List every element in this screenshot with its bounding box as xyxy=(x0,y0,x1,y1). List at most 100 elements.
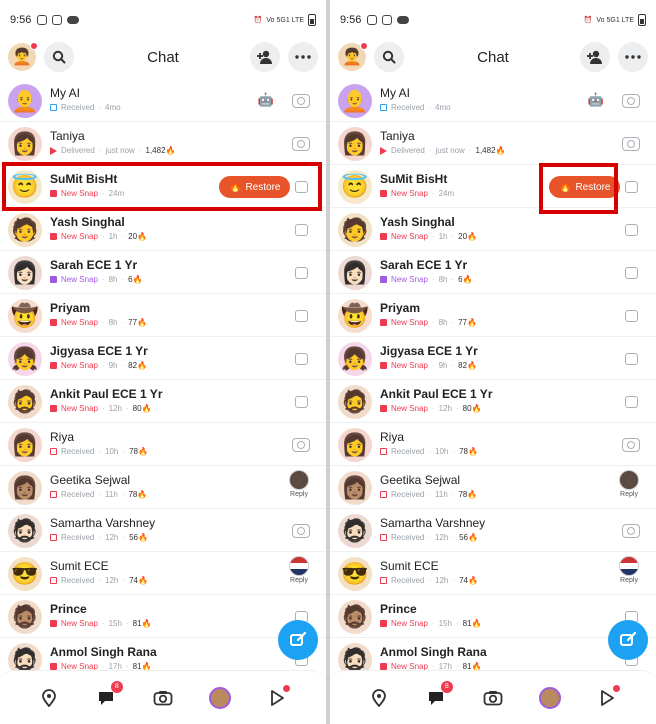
chat-time: 8h xyxy=(108,275,118,284)
friend-name: Anmol Singh Rana xyxy=(380,645,487,659)
chat-row[interactable]: 🤠 Priyam New Snap · 8h · 77🔥 xyxy=(330,294,656,337)
chat-row[interactable]: 😎 Sumit ECE Received · 12h · 74🔥 Reply xyxy=(330,552,656,595)
open-chat-button[interactable] xyxy=(290,219,312,241)
reply-camera-button[interactable] xyxy=(290,520,312,542)
chat-status: Received xyxy=(391,533,425,542)
nav-stories[interactable] xyxy=(207,685,233,711)
reply-camera-button[interactable] xyxy=(620,90,642,112)
chat-icon xyxy=(294,310,308,322)
chat-row[interactable]: 👩 Riya Received · 10h · 78🔥 xyxy=(330,423,656,466)
nav-spotlight[interactable] xyxy=(594,684,621,711)
chat-meta: New Snap · 8h · 77🔥 xyxy=(380,318,477,327)
chat-row[interactable]: 🧔🏽 Prince New Snap · 15h · 81🔥 xyxy=(0,595,326,638)
add-friend-button[interactable] xyxy=(580,42,610,72)
reply-button[interactable]: Reply xyxy=(616,470,642,498)
friend-avatar: 🧔🏻 xyxy=(338,514,372,548)
chat-row[interactable]: 👩 Riya Received · 10h · 78🔥 xyxy=(0,423,326,466)
more-options-button[interactable] xyxy=(288,42,318,72)
nav-camera[interactable] xyxy=(480,685,506,711)
nav-camera[interactable] xyxy=(150,685,176,711)
open-chat-button[interactable] xyxy=(290,305,312,327)
chat-row[interactable]: 🧑 Yash Singhal New Snap · 1h · 20🔥 xyxy=(0,208,326,251)
separator-dot: · xyxy=(428,533,432,542)
search-button[interactable] xyxy=(44,42,74,72)
open-chat-button[interactable] xyxy=(620,262,642,284)
chat-row[interactable]: 👩🏽 Geetika Sejwal Received · 11h · 78🔥 Reply xyxy=(0,466,326,509)
chat-time: just now xyxy=(105,146,135,155)
bottom-nav: 8 xyxy=(330,670,656,724)
chat-row[interactable]: 🤠 Priyam New Snap · 8h · 77🔥 xyxy=(0,294,326,337)
new-snap-icon xyxy=(50,405,57,412)
open-chat-button[interactable] xyxy=(620,219,642,241)
friend-name: Geetika Sejwal xyxy=(380,473,461,487)
separator-dot: · xyxy=(98,146,102,155)
reply-button[interactable]: Reply xyxy=(286,556,312,584)
add-friend-button[interactable] xyxy=(250,42,280,72)
open-chat-button[interactable] xyxy=(620,176,642,198)
open-chat-button[interactable] xyxy=(290,348,312,370)
chat-row[interactable]: 👩 Taniya Delivered · just now · 1,482🔥 xyxy=(330,122,656,165)
nav-chat[interactable]: 8 xyxy=(423,680,453,711)
reply-camera-button[interactable] xyxy=(620,434,642,456)
friend-avatar: 👩🏻 xyxy=(8,256,42,290)
reply-button[interactable]: Reply xyxy=(286,470,312,498)
search-button[interactable] xyxy=(374,42,404,72)
reply-button[interactable]: Reply xyxy=(616,556,642,584)
chat-icon xyxy=(624,310,638,322)
chat-row[interactable]: 👧 Jigyasa ECE 1 Yr New Snap · 9h · 82🔥 xyxy=(0,337,326,380)
new-snap-icon xyxy=(380,362,387,369)
chat-row[interactable]: 👩 Taniya Delivered · just now · 1,482🔥 xyxy=(0,122,326,165)
friend-avatar: 🧑‍🦲 xyxy=(338,84,372,118)
nav-map[interactable] xyxy=(366,685,392,711)
chat-status: Delivered xyxy=(391,146,425,155)
chat-row[interactable]: 😎 Sumit ECE Received · 12h · 74🔥 Reply xyxy=(0,552,326,595)
reply-camera-button[interactable] xyxy=(290,434,312,456)
new-chat-button[interactable] xyxy=(608,620,648,660)
more-icon xyxy=(295,55,311,59)
chat-row[interactable]: 🧑 Yash Singhal New Snap · 1h · 20🔥 xyxy=(330,208,656,251)
streak-count: 80🔥 xyxy=(132,404,152,413)
profile-avatar-button[interactable]: 🧑‍🦱 xyxy=(338,42,368,71)
reply-camera-button[interactable] xyxy=(620,520,642,542)
received-icon xyxy=(380,534,387,541)
chat-row[interactable]: 👧 Jigyasa ECE 1 Yr New Snap · 9h · 82🔥 xyxy=(330,337,656,380)
friend-avatar: 🧔🏽 xyxy=(338,600,372,634)
status-bar: 9:56 ⏰ Vo 5G1 LTE xyxy=(330,0,656,40)
chat-row[interactable]: 🧔🏽 Prince New Snap · 15h · 81🔥 xyxy=(330,595,656,638)
chat-row[interactable]: 🧔 Ankit Paul ECE 1 Yr New Snap · 12h · 80🔥 xyxy=(0,380,326,423)
friend-avatar: 🤠 xyxy=(338,299,372,333)
reply-camera-button[interactable] xyxy=(290,133,312,155)
chat-icon xyxy=(294,396,308,408)
nav-spotlight[interactable] xyxy=(264,684,291,711)
separator-dot: · xyxy=(121,275,125,284)
separator-dot: · xyxy=(122,533,126,542)
chat-row[interactable]: 👩🏻 Sarah ECE 1 Yr New Snap · 8h · 6🔥 xyxy=(0,251,326,294)
chat-row[interactable]: 👩🏽 Geetika Sejwal Received · 11h · 78🔥 Reply xyxy=(330,466,656,509)
separator-dot: · xyxy=(98,576,102,585)
chat-row[interactable]: 👩🏻 Sarah ECE 1 Yr New Snap · 8h · 6🔥 xyxy=(330,251,656,294)
open-chat-button[interactable] xyxy=(620,305,642,327)
more-options-button[interactable] xyxy=(618,42,648,72)
chat-row[interactable]: 🧑‍🦲 My AI Received · 4mo 🤖 xyxy=(330,79,656,122)
reply-camera-button[interactable] xyxy=(620,133,642,155)
new-chat-button[interactable] xyxy=(278,620,318,660)
chat-status: New Snap xyxy=(391,361,428,370)
open-chat-button[interactable] xyxy=(290,391,312,413)
chat-row[interactable]: 🧔🏻 Samartha Varshney Received · 12h · 56🔥 xyxy=(330,509,656,552)
open-chat-button[interactable] xyxy=(290,262,312,284)
nav-stories[interactable] xyxy=(537,685,563,711)
chat-row[interactable]: 🧔 Ankit Paul ECE 1 Yr New Snap · 12h · 80🔥 xyxy=(330,380,656,423)
chat-row[interactable]: 🧑‍🦲 My AI Received · 4mo 🤖 xyxy=(0,79,326,122)
nav-chat[interactable]: 8 xyxy=(93,680,123,711)
open-chat-button[interactable] xyxy=(620,391,642,413)
chat-time: 1h xyxy=(108,232,118,241)
friend-name: Prince xyxy=(380,602,417,616)
nav-map[interactable] xyxy=(36,685,62,711)
cloud-icon xyxy=(67,16,80,24)
reply-camera-button[interactable] xyxy=(290,90,312,112)
friend-avatar: 😇 xyxy=(338,170,372,204)
chat-row[interactable]: 🧔🏻 Samartha Varshney Received · 12h · 56🔥 xyxy=(0,509,326,552)
profile-avatar-button[interactable]: 🧑‍🦱 xyxy=(8,42,38,71)
open-chat-button[interactable] xyxy=(620,348,642,370)
friend-name: Anmol Singh Rana xyxy=(50,645,157,659)
